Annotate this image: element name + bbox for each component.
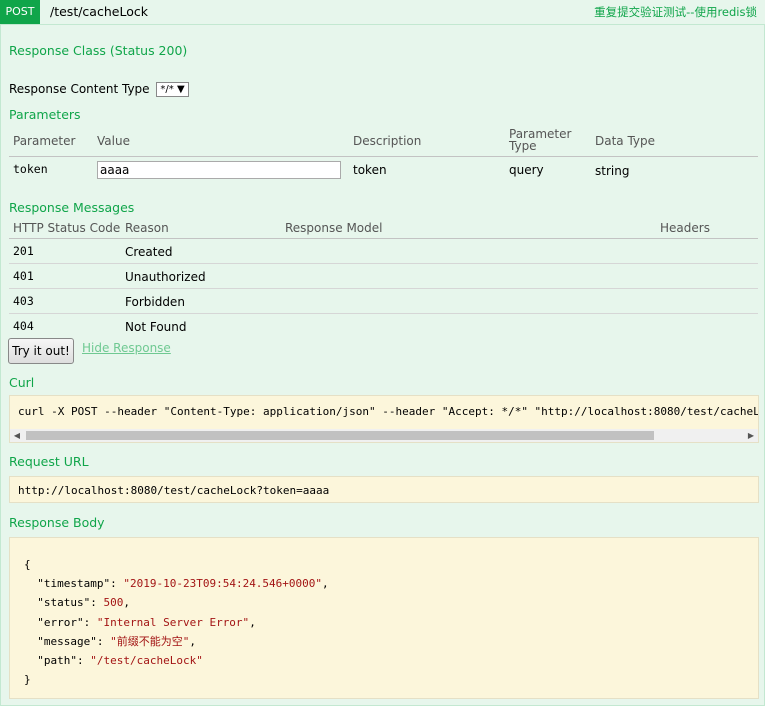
json-open-brace: { xyxy=(24,558,31,571)
resp-header-model: Response Model xyxy=(285,221,383,235)
param-header-type-line2: Type xyxy=(509,139,537,153)
request-url-title: Request URL xyxy=(9,454,89,469)
curl-command: curl -X POST --header "Content-Type: app… xyxy=(18,405,758,418)
resp-reason: Forbidden xyxy=(125,295,185,309)
parameters-title: Parameters xyxy=(9,107,81,122)
resp-reason: Not Found xyxy=(125,320,187,334)
response-class-title: Response Class (Status 200) xyxy=(9,43,188,58)
content-type-value: */* xyxy=(160,84,174,95)
param-type: query xyxy=(509,163,544,177)
content-type-label: Response Content Type xyxy=(9,82,150,96)
hide-response-link[interactable]: Hide Response xyxy=(82,341,171,355)
resp-code: 201 xyxy=(13,244,34,258)
param-data-type: string xyxy=(595,164,630,178)
request-url: http://localhost:8080/test/cacheLock?tok… xyxy=(18,484,330,497)
resp-header-code: HTTP Status Code xyxy=(13,221,121,235)
curl-box: curl -X POST --header "Content-Type: app… xyxy=(9,395,759,443)
content-type-select[interactable]: */* ▼ xyxy=(156,82,189,97)
table-row: 403 Forbidden xyxy=(9,289,758,314)
resp-reason: Unauthorized xyxy=(125,270,206,284)
scroll-left-icon[interactable]: ◀ xyxy=(10,429,24,442)
table-row: token aaaa token query string xyxy=(9,157,758,183)
chevron-down-icon: ▼ xyxy=(176,84,185,95)
table-row: 404 Not Found xyxy=(9,314,758,334)
resp-header-headers: Headers xyxy=(660,221,710,235)
response-messages-table: HTTP Status Code Reason Response Model H… xyxy=(9,217,758,334)
method-badge: POST xyxy=(0,0,40,24)
parameters-table: Parameter Value Description Parameter Ty… xyxy=(9,125,758,183)
param-header-datatype: Data Type xyxy=(595,134,656,148)
json-line: "status": 500, xyxy=(37,596,130,610)
scroll-right-icon[interactable]: ▶ xyxy=(744,429,758,442)
param-description: token xyxy=(353,163,387,177)
curl-title: Curl xyxy=(9,375,35,390)
response-messages-title: Response Messages xyxy=(9,200,135,215)
resp-code: 401 xyxy=(13,269,34,283)
param-header-value: Value xyxy=(97,134,130,148)
param-header-parameter: Parameter xyxy=(13,134,76,148)
json-line: "error": "Internal Server Error", xyxy=(37,615,256,629)
scrollbar-thumb[interactable] xyxy=(26,431,654,440)
resp-reason: Created xyxy=(125,245,173,259)
operation-summary[interactable]: 重复提交验证测试--使用redis锁 xyxy=(594,0,757,24)
content-type-row: Response Content Type */* ▼ xyxy=(9,82,189,97)
resp-code: 404 xyxy=(13,319,34,333)
response-body-title: Response Body xyxy=(9,515,105,530)
resp-code: 403 xyxy=(13,294,34,308)
response-json: { "timestamp": "2019-10-23T09:54:24.546+… xyxy=(24,555,329,689)
json-line: "message": "前缀不能为空", xyxy=(37,634,196,648)
request-url-box: http://localhost:8080/test/cacheLock?tok… xyxy=(9,476,759,503)
try-it-out-button[interactable]: Try it out! xyxy=(8,338,74,364)
table-row: 201 Created xyxy=(9,239,758,264)
operation-panel: POST /test/cacheLock 重复提交验证测试--使用redis锁 … xyxy=(0,0,765,706)
json-line: "timestamp": "2019-10-23T09:54:24.546+00… xyxy=(37,577,329,591)
response-body-box: { "timestamp": "2019-10-23T09:54:24.546+… xyxy=(9,537,759,699)
horizontal-scrollbar[interactable]: ◀ ▶ xyxy=(10,429,758,442)
operation-heading[interactable]: POST /test/cacheLock 重复提交验证测试--使用redis锁 xyxy=(0,0,765,25)
operation-path[interactable]: /test/cacheLock xyxy=(50,0,148,24)
operation-content: Response Class (Status 200) Response Con… xyxy=(0,25,765,706)
json-line: "path": "/test/cacheLock" xyxy=(37,654,203,668)
json-close-brace: } xyxy=(24,673,31,687)
token-input[interactable]: aaaa xyxy=(97,161,341,179)
param-header-description: Description xyxy=(353,134,422,148)
param-name: token xyxy=(13,162,48,176)
param-header-type: Parameter Type xyxy=(509,128,571,152)
resp-header-reason: Reason xyxy=(125,221,169,235)
table-row: 401 Unauthorized xyxy=(9,264,758,289)
